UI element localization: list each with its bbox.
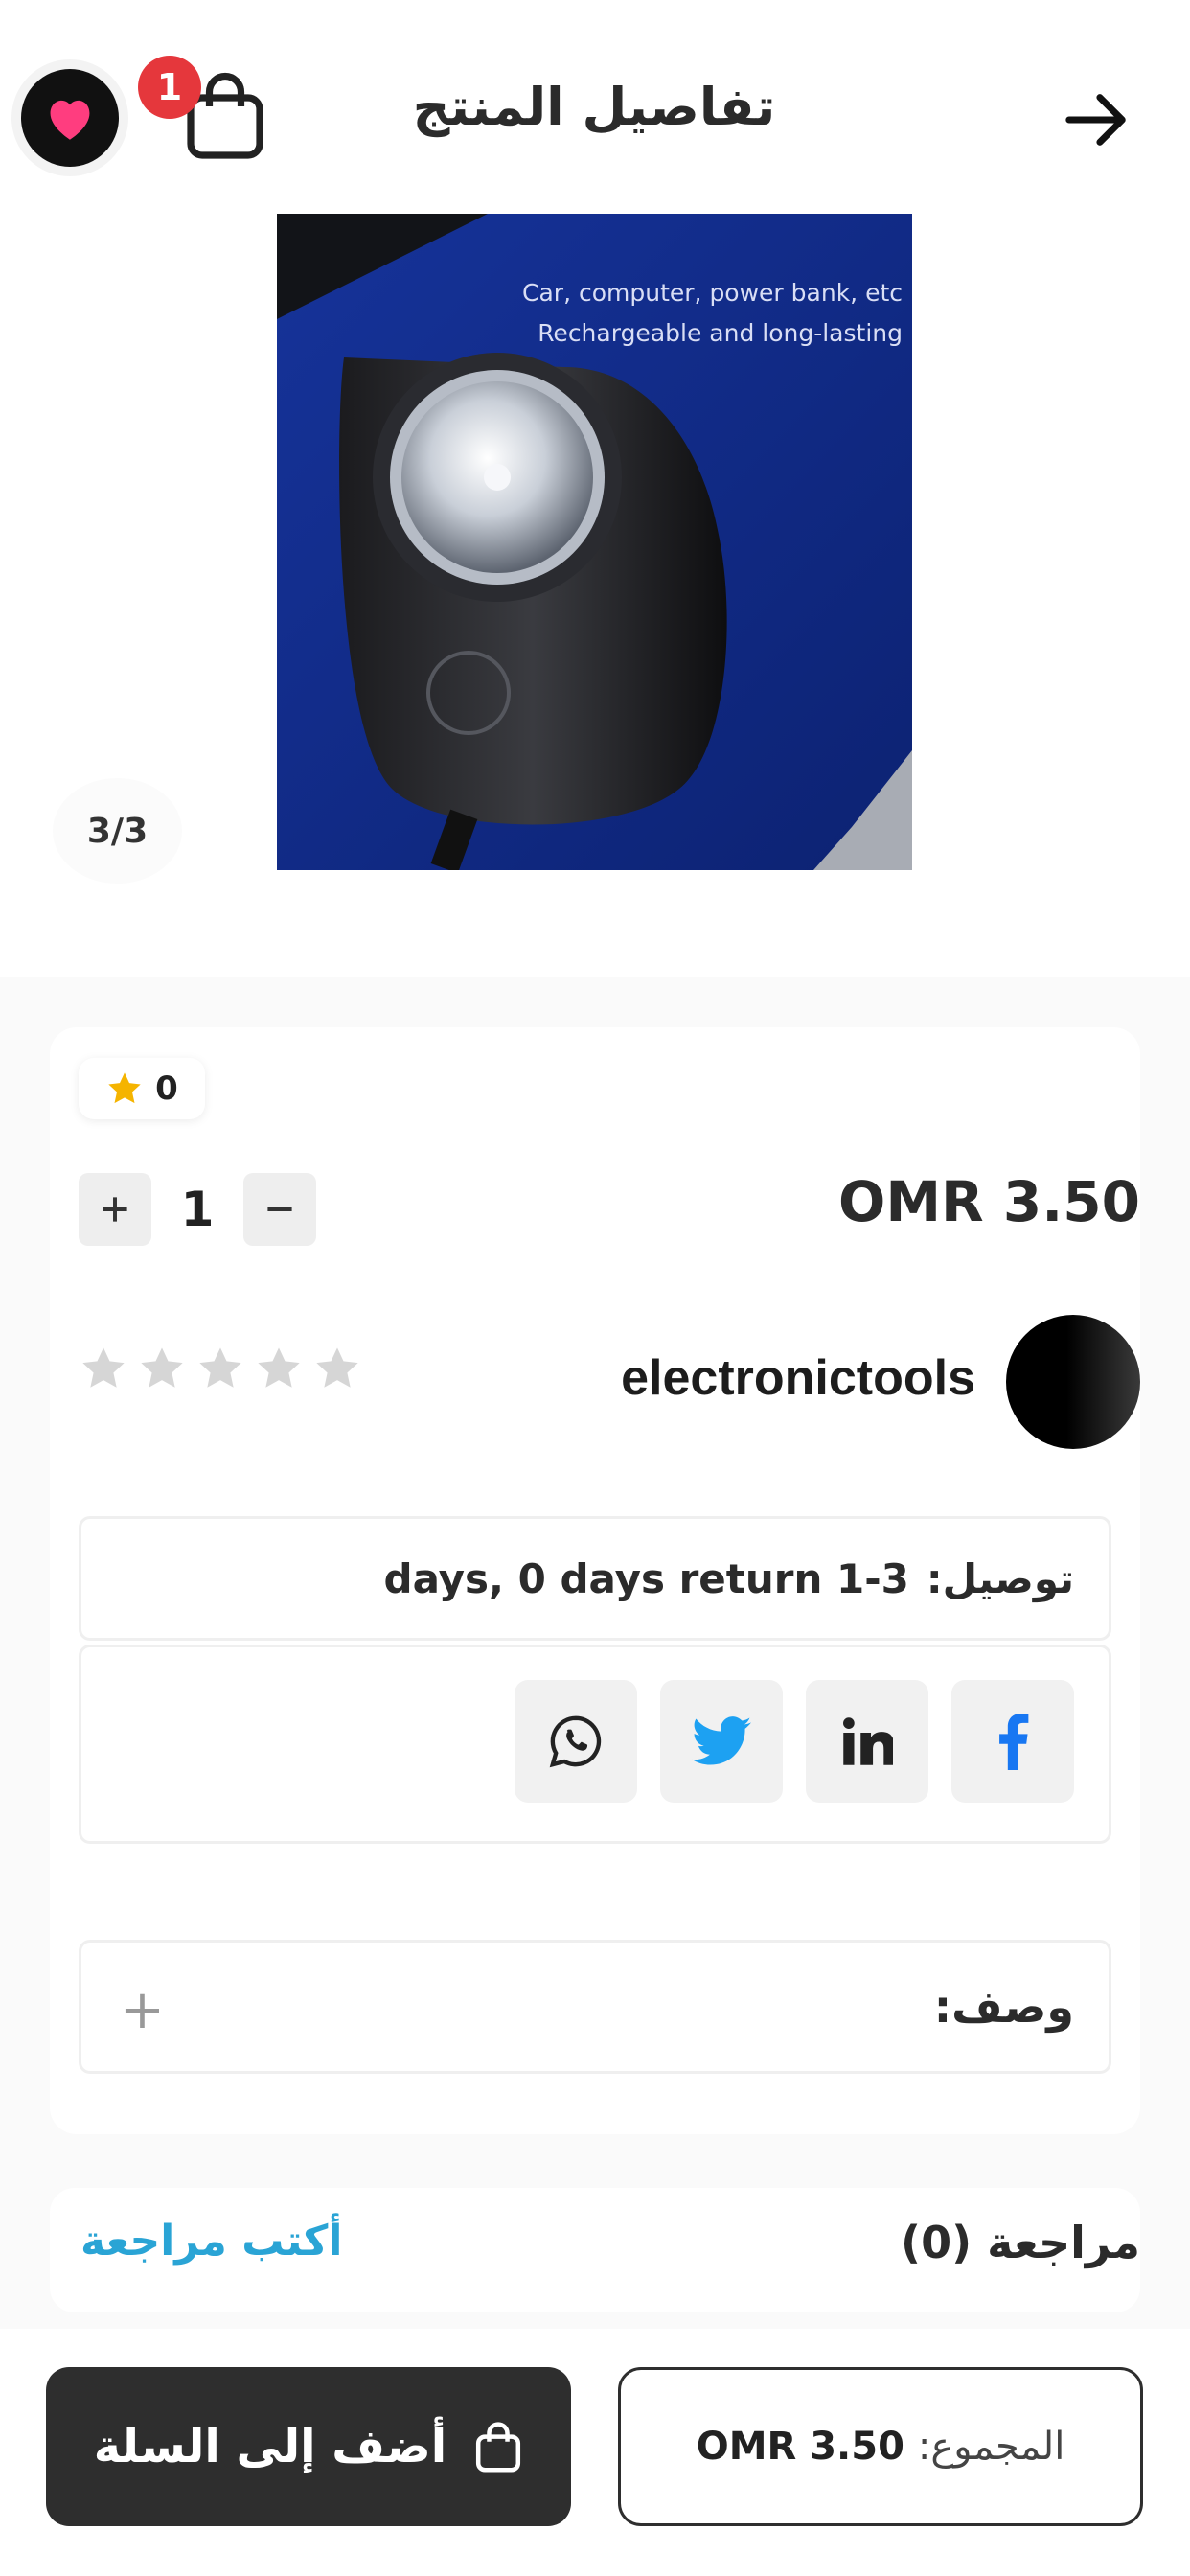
share-facebook-button[interactable] (951, 1680, 1074, 1803)
quantity-value: 1 (180, 1182, 215, 1237)
expand-toggle[interactable]: + (120, 1979, 165, 2041)
rating-count: 0 (155, 1070, 178, 1108)
arrow-right-icon (1065, 94, 1126, 146)
reviews-title: مراجعة (0) (901, 2217, 1140, 2268)
star-icon (316, 1347, 358, 1388)
heart-icon (50, 100, 90, 140)
linkedin-icon (843, 1717, 893, 1765)
shaver-illustration (277, 214, 912, 870)
share-linkedin-button[interactable] (806, 1680, 928, 1803)
seller-rating-stars[interactable] (79, 1344, 362, 1393)
image-caption-line2: Rechargeable and long-lasting (538, 319, 903, 347)
product-details-screen: 1 تفاصيل المنتج Car, computer, power ban… (0, 0, 1190, 2576)
star-icon (108, 1072, 141, 1104)
share-twitter-button[interactable] (660, 1680, 783, 1803)
shopping-bag-icon (476, 2422, 521, 2472)
bottom-bar: أضف إلى السلة المجموع: OMR 3.50 (0, 2329, 1190, 2576)
rating-chip: 0 (79, 1058, 205, 1119)
add-to-cart-label: أضف إلى السلة (93, 2420, 447, 2473)
seller-avatar[interactable] (1006, 1315, 1140, 1449)
favorite-button[interactable] (21, 69, 119, 167)
product-info-card: 0 1 OMR 3.50 electronictools توصيل: days… (50, 1027, 1140, 2134)
minus-icon (267, 1208, 292, 1211)
description-label: وصف: (933, 1981, 1074, 2033)
star-icon (258, 1347, 300, 1388)
add-to-cart-button[interactable]: أضف إلى السلة (46, 2367, 571, 2526)
star-icon (141, 1347, 183, 1388)
price: OMR 3.50 (838, 1169, 1140, 1234)
decrease-button[interactable] (243, 1173, 316, 1246)
product-image[interactable]: Car, computer, power bank, etc Rechargea… (277, 214, 912, 870)
delivery-value: days, 0 days return 1-3 (383, 1554, 909, 1602)
seller-name[interactable]: electronictools (621, 1349, 975, 1407)
total-value: OMR 3.50 (696, 2425, 904, 2469)
delivery-info: توصيل: days, 0 days return 1-3 (79, 1516, 1111, 1641)
share-buttons (515, 1680, 1074, 1803)
delivery-label: توصيل: (926, 1554, 1074, 1602)
reviews-section: مراجعة (0) أكتب مراجعة (50, 2188, 1140, 2312)
page-title: تفاصيل المنتج (412, 77, 776, 137)
description-accordion[interactable]: وصف: + (79, 1940, 1111, 2074)
cart-count-badge: 1 (138, 56, 201, 119)
facebook-icon (999, 1714, 1029, 1770)
share-whatsapp-button[interactable] (515, 1680, 637, 1803)
increase-button[interactable] (79, 1173, 151, 1246)
whatsapp-icon (549, 1715, 602, 1768)
twitter-icon (692, 1716, 751, 1765)
write-review-link[interactable]: أكتب مراجعة (80, 2217, 342, 2266)
back-button[interactable] (1064, 88, 1131, 151)
image-counter: 3/3 (53, 778, 182, 884)
total-label: المجموع: (917, 2425, 1065, 2469)
header: 1 تفاصيل المنتج Car, computer, power ban… (0, 0, 1190, 978)
quantity-stepper: 1 (79, 1173, 316, 1246)
share-section (79, 1644, 1111, 1844)
total-box: المجموع: OMR 3.50 (618, 2367, 1143, 2526)
image-caption-line1: Car, computer, power bank, etc (522, 279, 903, 307)
star-icon (82, 1347, 125, 1388)
plus-icon (103, 1197, 127, 1222)
star-icon (199, 1347, 241, 1388)
